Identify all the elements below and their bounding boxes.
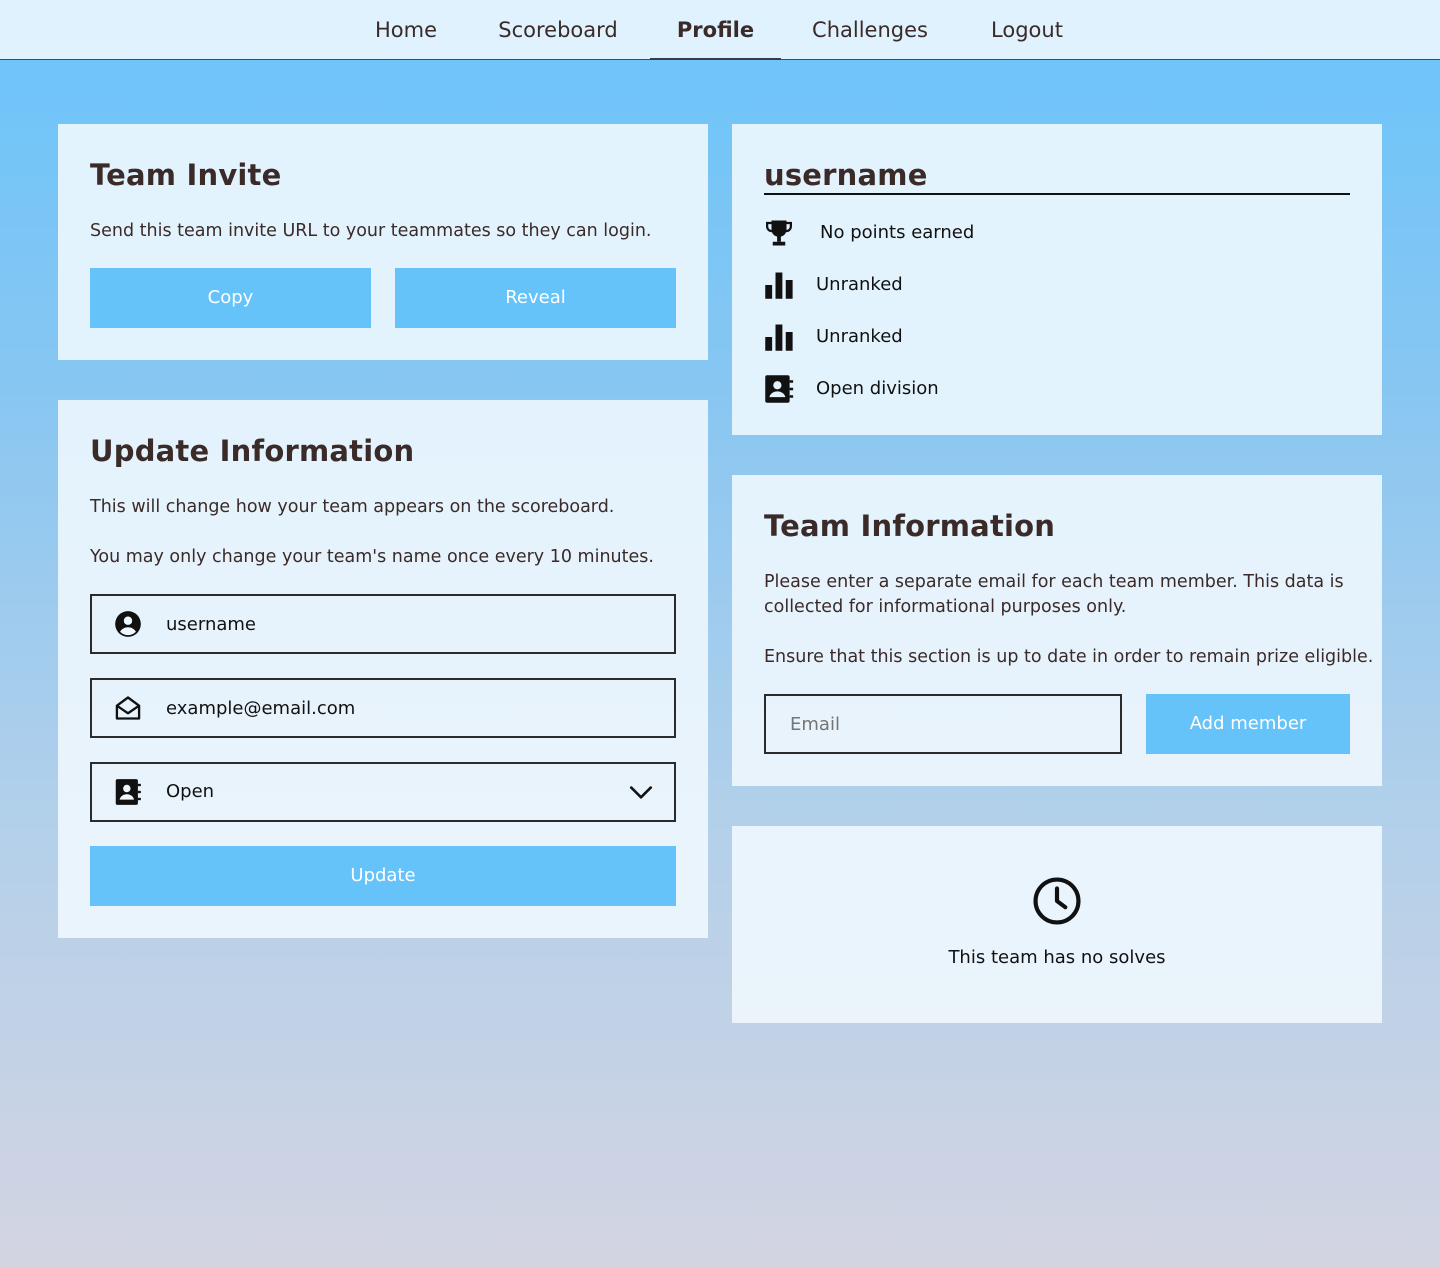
trophy-icon (766, 220, 792, 246)
team-invite-description: Send this team invite URL to your teamma… (90, 221, 652, 241)
contact-card-icon (115, 779, 141, 805)
team-name-field[interactable] (90, 594, 676, 654)
stat-division-text: Open division (816, 378, 939, 399)
team-info-note: Ensure that this section is up to date i… (764, 647, 1374, 667)
envelope-open-icon (115, 696, 141, 720)
profile-summary-card: username No points earned Unranked Unran… (732, 124, 1382, 435)
division-select[interactable]: Open (90, 762, 676, 822)
profile-username: username (764, 158, 928, 192)
stat-rank-global-text: Unranked (816, 274, 903, 295)
update-info-description: This will change how your team appears o… (90, 497, 615, 517)
nav-challenges[interactable]: Challenges (806, 0, 934, 59)
email-field[interactable] (90, 678, 676, 738)
username-underline (764, 193, 1350, 195)
bar-chart-icon (765, 272, 793, 299)
nav-scoreboard[interactable]: Scoreboard (494, 0, 622, 59)
nav-home[interactable]: Home (366, 0, 446, 59)
contact-card-icon (765, 375, 794, 403)
email-input[interactable] (166, 680, 646, 736)
nav-logout[interactable]: Logout (982, 0, 1072, 59)
team-info-description: Please enter a separate email for each t… (764, 572, 1344, 617)
nav-profile[interactable]: Profile (650, 0, 781, 60)
member-email-field[interactable] (764, 694, 1122, 754)
member-email-input[interactable] (790, 696, 1100, 752)
update-info-note: You may only change your team's name onc… (90, 547, 654, 567)
team-info-card: Team Information Please enter a separate… (732, 475, 1382, 786)
bar-chart-icon (765, 324, 793, 351)
update-button[interactable]: Update (90, 846, 676, 906)
team-name-input[interactable] (166, 596, 646, 652)
no-solves-text: This team has no solves (948, 947, 1166, 968)
user-circle-icon (115, 611, 141, 637)
stat-points-text: No points earned (820, 222, 975, 243)
team-invite-title: Team Invite (90, 158, 282, 192)
stat-rank-division-text: Unranked (816, 326, 903, 347)
team-info-title: Team Information (764, 509, 1056, 543)
clock-icon (1033, 877, 1081, 925)
update-info-title: Update Information (90, 434, 415, 468)
chevron-down-icon (629, 786, 653, 799)
solves-card: This team has no solves (732, 826, 1382, 1023)
copy-button[interactable]: Copy (90, 268, 371, 328)
top-nav: Home Scoreboard Profile Challenges Logou… (0, 0, 1440, 60)
division-select-value: Open (166, 781, 215, 802)
add-member-button[interactable]: Add member (1146, 694, 1350, 754)
team-invite-card: Team Invite Send this team invite URL to… (58, 124, 708, 360)
update-info-card: Update Information This will change how … (58, 400, 708, 938)
reveal-button[interactable]: Reveal (395, 268, 676, 328)
